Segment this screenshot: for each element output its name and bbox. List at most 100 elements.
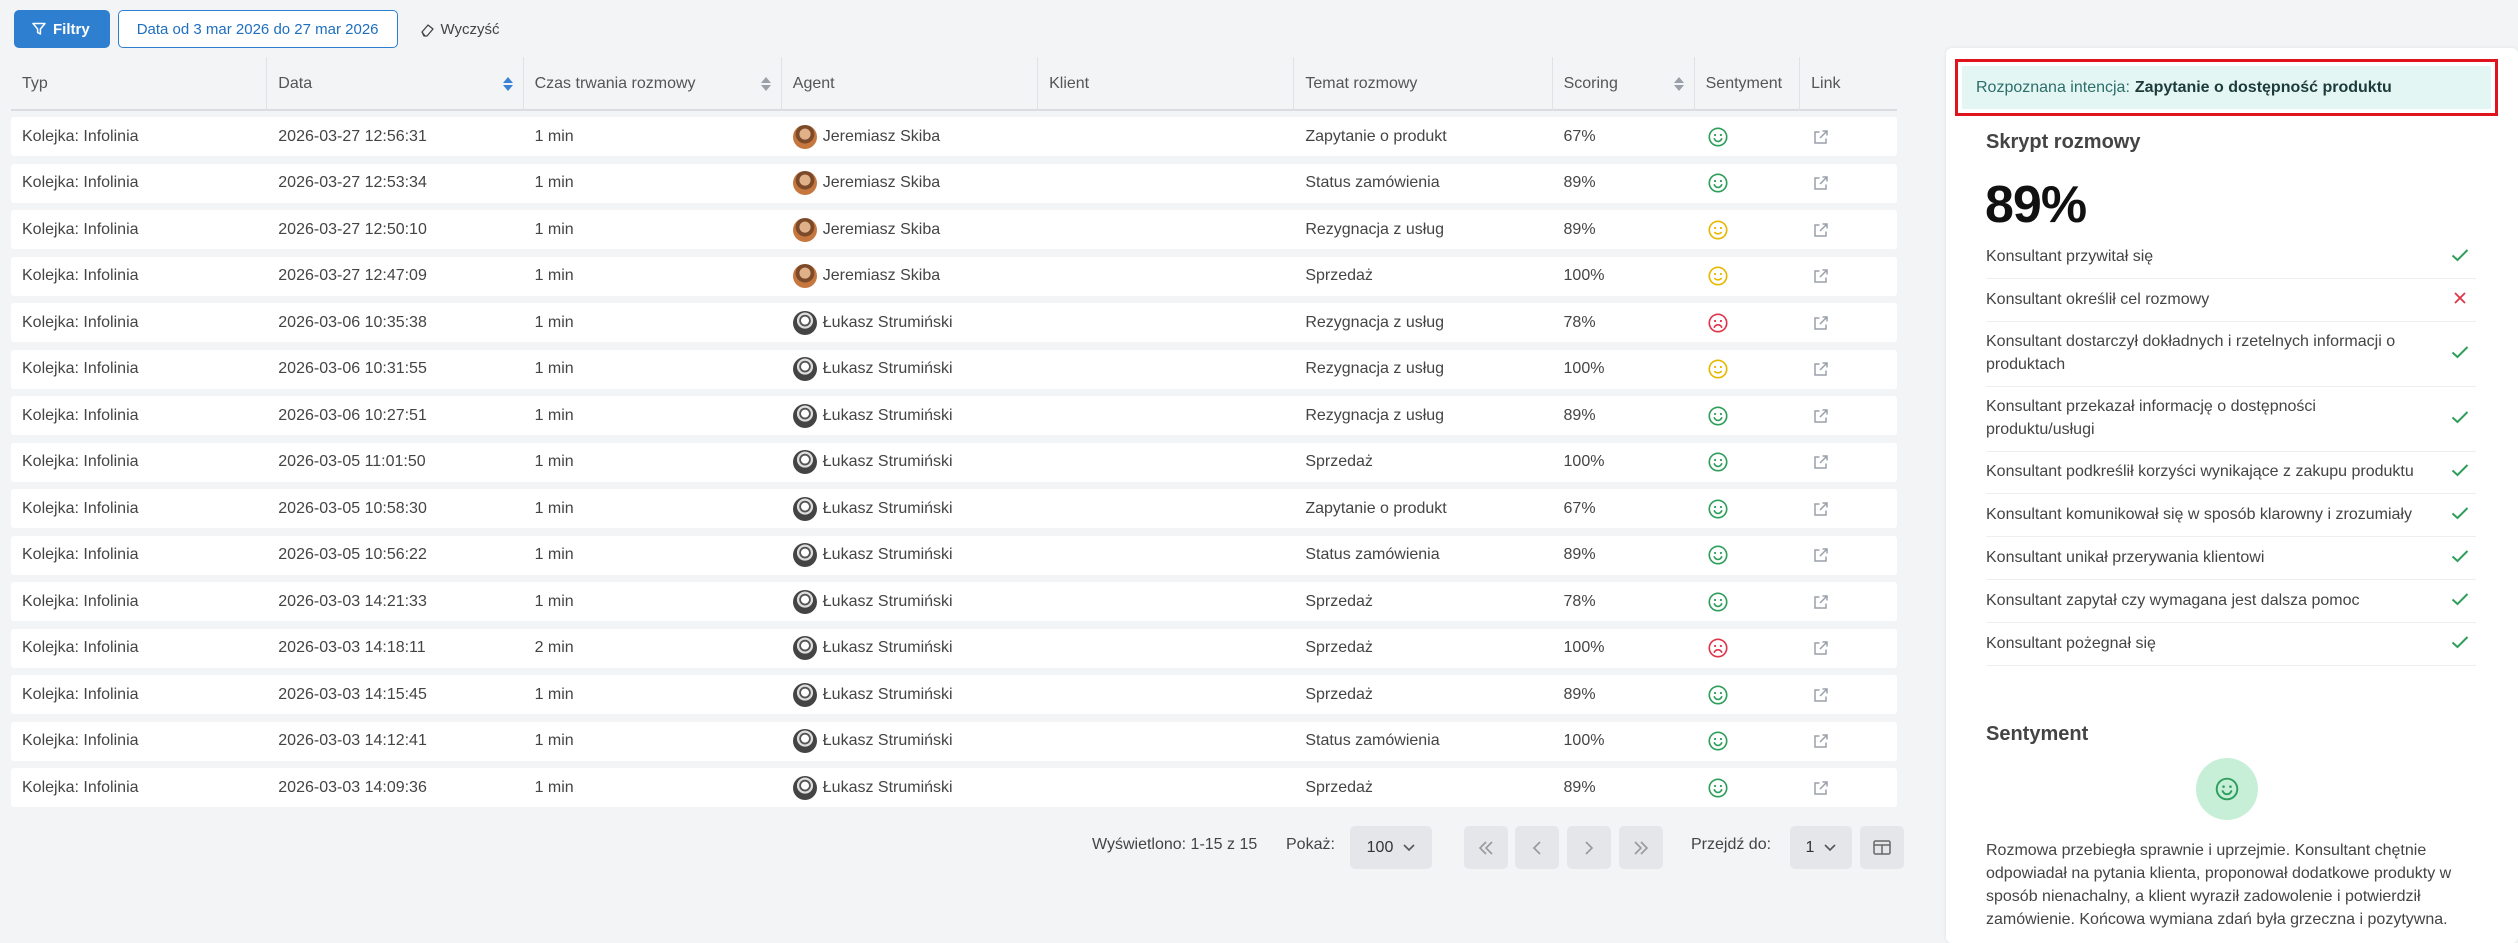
column-header-label: Typ — [22, 75, 48, 92]
cell-czas: 1 min — [534, 360, 574, 377]
cell-sentyment — [1695, 210, 1801, 249]
table-body: Kolejka: Infolinia 2026-03-27 12:56:31 1 m… — [11, 117, 1897, 807]
cell-link[interactable] — [1800, 768, 1897, 807]
agent-name: Jeremiasz Skiba — [822, 174, 941, 191]
cell-klient — [1038, 443, 1294, 482]
cell-link[interactable] — [1800, 303, 1897, 342]
smile-face-icon — [1707, 172, 1729, 194]
table-row[interactable]: Kolejka: Infolinia 2026-03-05 11:01:50 1 m… — [11, 442, 1897, 482]
cell-link[interactable] — [1800, 396, 1897, 435]
table-row[interactable]: Kolejka: Infolinia 2026-03-06 10:27:51 1 m… — [11, 396, 1897, 435]
cell-scoring: 100% — [1563, 360, 1605, 377]
agent-name: Jeremiasz Skiba — [822, 267, 941, 284]
table-row[interactable]: Kolejka: Infolinia 2026-03-03 14:15:45 1 m… — [11, 675, 1897, 714]
external-link-icon[interactable] — [1812, 360, 1830, 378]
checklist-item: Konsultant podkreślił korzyści wynikając… — [1986, 452, 2476, 494]
table-row[interactable]: Kolejka: Infolinia 2026-03-03 14:12:41 1 m… — [11, 721, 1897, 761]
external-link-icon[interactable] — [1812, 500, 1830, 518]
checklist-item-text: Konsultant przywitał się — [1986, 248, 2154, 265]
clear-button[interactable]: Wyczyść — [406, 10, 514, 48]
external-link-icon[interactable] — [1812, 267, 1830, 285]
cell-klient — [1038, 582, 1294, 621]
cell-link[interactable] — [1800, 722, 1897, 761]
avatar — [792, 171, 817, 195]
cell-link[interactable] — [1800, 350, 1897, 389]
cell-klient — [1038, 675, 1294, 714]
cell-data: 2026-03-03 14:12:41 — [278, 732, 427, 749]
cell-temat: Sprzedaż — [1305, 639, 1373, 656]
smile-face-icon — [1707, 591, 1729, 613]
external-link-icon[interactable] — [1812, 407, 1830, 425]
external-link-icon[interactable] — [1812, 639, 1830, 657]
column-header-czas[interactable]: Czas trwania rozmowy — [524, 57, 782, 111]
goto-page-select[interactable]: 1 — [1790, 826, 1852, 869]
cell-typ: Kolejka: Infolinia — [22, 174, 139, 191]
date-range-button[interactable]: Data od 3 mar 2026 do 27 mar 2026 — [117, 10, 398, 48]
external-link-icon[interactable] — [1812, 686, 1830, 704]
table-row[interactable]: Kolejka: Infolinia 2026-03-05 10:56:22 1 m… — [11, 535, 1897, 575]
cell-agent: Jeremiasz Skiba — [782, 210, 1038, 249]
cell-link[interactable] — [1800, 443, 1897, 482]
table-row[interactable]: Kolejka: Infolinia 2026-03-27 12:50:10 1 m… — [11, 210, 1897, 249]
page-size-select[interactable]: 100 — [1350, 826, 1432, 869]
table-row[interactable]: Kolejka: Infolinia 2026-03-03 14:21:33 1 m… — [11, 582, 1897, 621]
smile-face-icon — [2215, 777, 2239, 801]
checklist-item-text: Konsultant zapytał czy wymagana jest dal… — [1986, 592, 2360, 609]
external-link-icon[interactable] — [1812, 453, 1830, 471]
script-section-title: Skrypt rozmowy — [1986, 131, 2141, 153]
cell-link[interactable] — [1800, 675, 1897, 714]
check-icon — [2448, 589, 2472, 612]
table-row[interactable]: Kolejka: Infolinia 2026-03-05 10:58:30 1 m… — [11, 489, 1897, 528]
cell-czas: 1 min — [534, 592, 574, 610]
cell-link[interactable] — [1800, 257, 1897, 296]
cell-link[interactable] — [1800, 117, 1897, 156]
table-row[interactable]: Kolejka: Infolinia 2026-03-06 10:35:38 1 m… — [11, 303, 1897, 342]
column-header-label: Data — [278, 75, 313, 92]
smile-face-icon — [1707, 684, 1729, 706]
last-page-button[interactable] — [1619, 826, 1663, 869]
cell-link[interactable] — [1800, 210, 1897, 249]
sort-icon[interactable] — [1673, 77, 1684, 91]
cell-link[interactable] — [1800, 629, 1897, 668]
table-row[interactable]: Kolejka: Infolinia 2026-03-06 10:31:55 1 m… — [11, 349, 1897, 389]
cell-temat: Rezygnacja z usług — [1305, 360, 1445, 377]
external-link-icon[interactable] — [1812, 221, 1830, 239]
external-link-icon[interactable] — [1812, 732, 1830, 750]
external-link-icon[interactable] — [1812, 174, 1830, 192]
table-row[interactable]: Kolejka: Infolinia 2026-03-03 14:18:11 2 m… — [11, 628, 1897, 668]
column-header-data[interactable]: Data — [267, 57, 524, 111]
smile-face-icon — [1707, 451, 1729, 473]
table-row[interactable]: Kolejka: Infolinia 2026-03-27 12:47:09 1 m… — [11, 256, 1897, 296]
column-header-scoring[interactable]: Scoring — [1553, 57, 1695, 111]
table-row[interactable]: Kolejka: Infolinia 2026-03-03 14:09:36 1 m… — [11, 768, 1897, 807]
checklist-item-text: Konsultant pożegnał się — [1986, 635, 2156, 652]
cell-link[interactable] — [1800, 489, 1897, 528]
external-link-icon[interactable] — [1812, 779, 1830, 797]
cell-link[interactable] — [1800, 582, 1897, 621]
first-page-button[interactable] — [1464, 826, 1508, 869]
table-row[interactable]: Kolejka: Infolinia 2026-03-27 12:53:34 1 m… — [11, 163, 1897, 203]
external-link-icon[interactable] — [1812, 546, 1830, 564]
sort-icon[interactable] — [502, 77, 513, 91]
external-link-icon[interactable] — [1812, 593, 1830, 611]
sort-icon[interactable] — [760, 77, 771, 91]
table-row[interactable]: Kolejka: Infolinia 2026-03-27 12:56:31 1 m… — [11, 117, 1897, 156]
cell-link[interactable] — [1800, 164, 1897, 203]
cell-link[interactable] — [1800, 536, 1897, 575]
external-link-icon[interactable] — [1812, 314, 1830, 332]
neutral-face-icon — [1707, 265, 1729, 287]
cell-data: 2026-03-03 14:15:45 — [278, 685, 427, 703]
filter-icon — [32, 22, 46, 35]
cell-agent: Łukasz Strumiński — [782, 722, 1038, 761]
columns-toggle-button[interactable] — [1860, 826, 1904, 869]
prev-page-button[interactable] — [1515, 826, 1559, 869]
next-page-button[interactable] — [1567, 826, 1611, 869]
cell-czas: 1 min — [534, 732, 574, 749]
cell-temat: Sprzedaż — [1305, 685, 1373, 703]
smile-face-icon — [1707, 777, 1729, 799]
sad-face-icon — [1707, 312, 1729, 334]
external-link-icon[interactable] — [1812, 128, 1830, 146]
checklist-item: Konsultant przywitał się — [1986, 236, 2476, 279]
sentiment-summary: Rozmowa przebiegła sprawnie i uprzejmie.… — [1986, 842, 2452, 928]
filters-button[interactable]: Filtry — [14, 10, 110, 48]
